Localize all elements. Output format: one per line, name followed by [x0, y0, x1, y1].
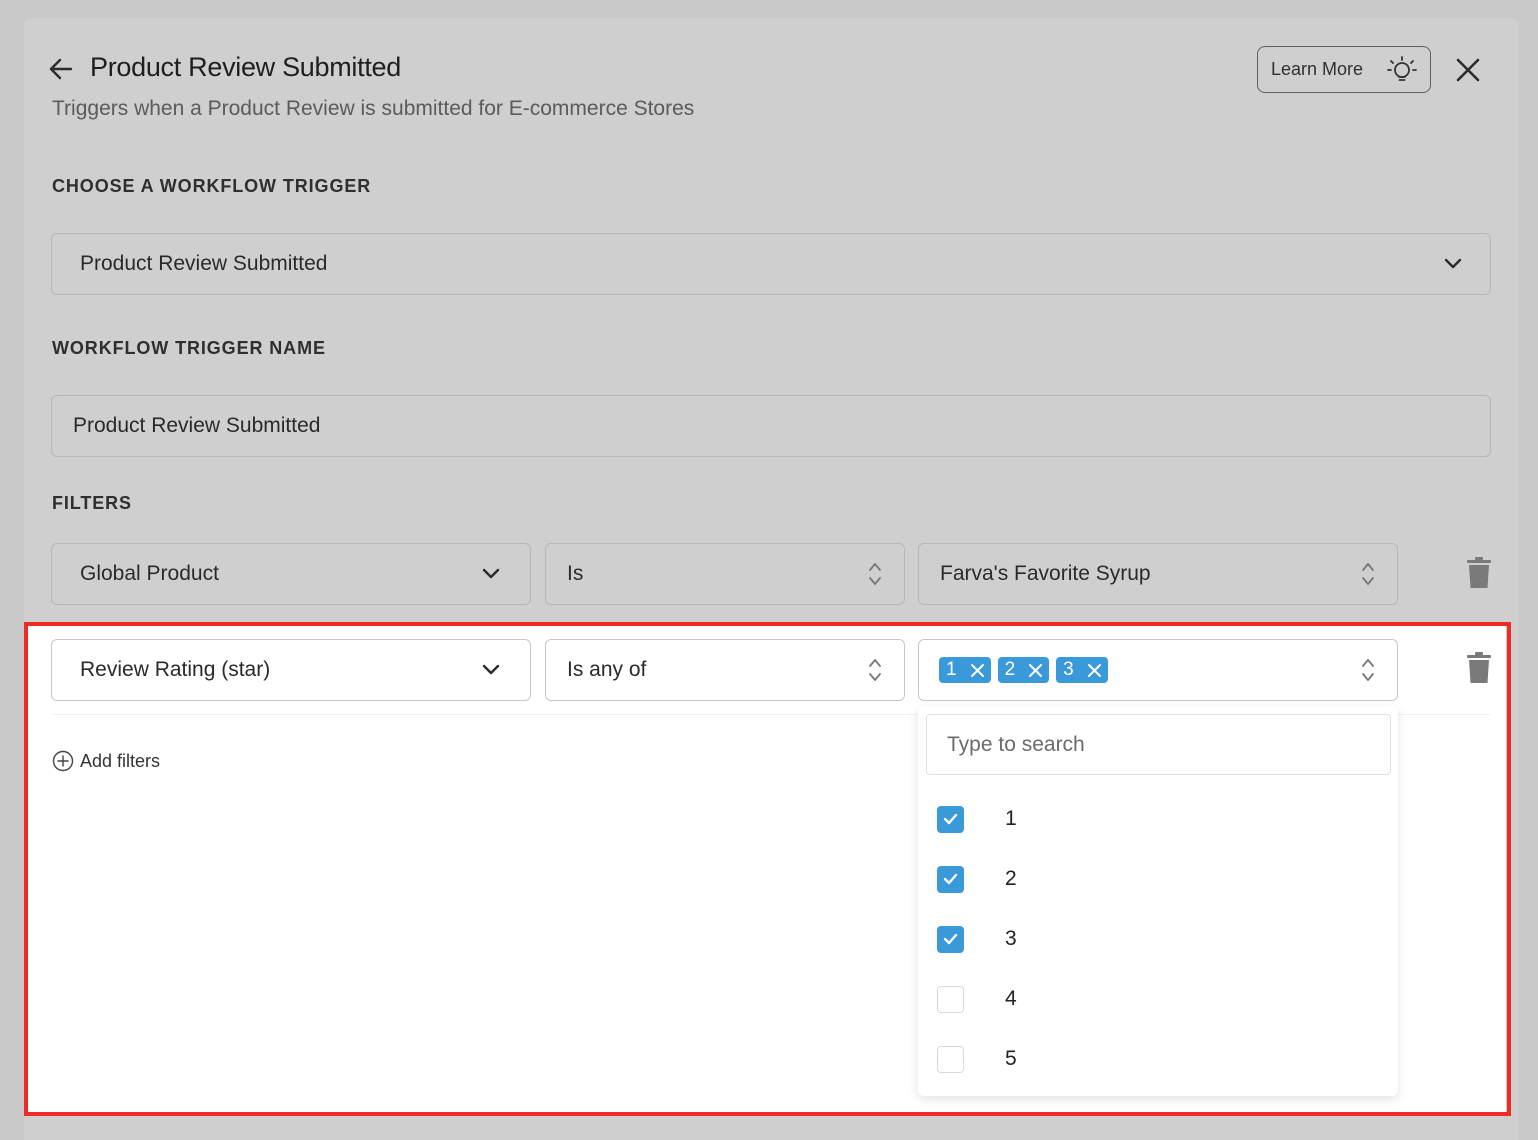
trigger-select-value: Product Review Submitted	[80, 252, 328, 275]
lightbulb-icon	[1387, 56, 1417, 81]
checkbox[interactable]	[937, 865, 964, 893]
chevron-down-icon	[482, 664, 500, 675]
selected-chip[interactable]: 2	[997, 657, 1050, 683]
dropdown-option[interactable]: 3	[937, 919, 1377, 959]
plus-circle-icon	[52, 750, 74, 772]
choose-trigger-label: CHOOSE A WORKFLOW TRIGGER	[52, 176, 372, 196]
add-filters-button[interactable]: Add filters	[52, 750, 160, 772]
option-label: 2	[1005, 867, 1017, 890]
selected-chip[interactable]: 1	[939, 657, 991, 683]
option-label: 1	[1005, 807, 1017, 830]
option-label: 4	[1005, 987, 1017, 1010]
trash-icon[interactable]	[1465, 652, 1493, 684]
check-icon	[943, 813, 958, 825]
chip-label: 3	[1063, 659, 1074, 680]
dropdown-option[interactable]: 4	[937, 979, 1377, 1019]
page-title: Product Review Submitted	[90, 52, 401, 82]
add-filters-label: Add filters	[80, 750, 161, 771]
trigger-name-label: WORKFLOW TRIGGER NAME	[52, 338, 326, 358]
filter-operator-select[interactable]: Is any of	[545, 639, 905, 701]
trigger-select[interactable]: Product Review Submitted	[51, 233, 1491, 295]
checkbox[interactable]	[937, 925, 964, 953]
filter-field-value: Review Rating (star)	[80, 658, 271, 681]
close-icon[interactable]	[1454, 56, 1482, 84]
filter-value-text: Farva's Favorite Syrup	[940, 562, 1151, 585]
filter-operator-select[interactable]: Is	[545, 543, 905, 605]
checkbox[interactable]	[937, 1045, 964, 1073]
chevron-down-icon	[1444, 258, 1462, 269]
trash-icon[interactable]	[1465, 557, 1493, 589]
dropdown-option[interactable]: 5	[937, 1039, 1377, 1079]
check-icon	[943, 933, 958, 945]
learn-more-label: Learn More	[1271, 59, 1364, 79]
x-icon[interactable]	[970, 663, 985, 678]
chevron-up-down-icon	[1362, 659, 1374, 681]
chevron-up-down-icon	[869, 563, 881, 585]
filters-label: FILTERS	[52, 493, 132, 513]
check-icon	[943, 873, 958, 885]
selected-chip[interactable]: 3	[1056, 657, 1108, 683]
chevron-up-down-icon	[1362, 563, 1374, 585]
filter-field-select[interactable]: Global Product	[51, 543, 531, 605]
filter-operator-value: Is any of	[567, 658, 647, 681]
rating-dropdown: 1 2 3 4 5	[918, 706, 1398, 1096]
x-icon[interactable]	[1028, 663, 1043, 678]
filter-value-select[interactable]: Farva's Favorite Syrup	[918, 543, 1398, 605]
option-label: 5	[1005, 1047, 1017, 1070]
chip-label: 2	[1004, 659, 1016, 680]
chevron-up-down-icon	[869, 659, 881, 681]
search-input[interactable]	[926, 714, 1391, 775]
filter-field-select[interactable]: Review Rating (star)	[51, 639, 531, 701]
filter-operator-value: Is	[567, 562, 584, 585]
option-label: 3	[1005, 927, 1017, 950]
trigger-name-value: Product Review Submitted	[73, 414, 321, 437]
x-icon[interactable]	[1087, 663, 1102, 678]
trigger-name-input[interactable]: Product Review Submitted	[51, 395, 1491, 457]
checkbox[interactable]	[937, 805, 964, 833]
filter-multi-select[interactable]: 1 2 3	[918, 639, 1398, 701]
chevron-down-icon	[482, 568, 500, 579]
page-subtitle: Triggers when a Product Review is submit…	[52, 97, 695, 120]
dropdown-option[interactable]: 1	[937, 799, 1377, 839]
chip-label: 1	[946, 659, 957, 680]
filter-field-value: Global Product	[80, 562, 219, 585]
arrow-left-icon[interactable]	[48, 56, 74, 82]
learn-more-button[interactable]: Learn More	[1257, 46, 1431, 93]
checkbox[interactable]	[937, 985, 964, 1013]
dropdown-option[interactable]: 2	[937, 859, 1377, 899]
